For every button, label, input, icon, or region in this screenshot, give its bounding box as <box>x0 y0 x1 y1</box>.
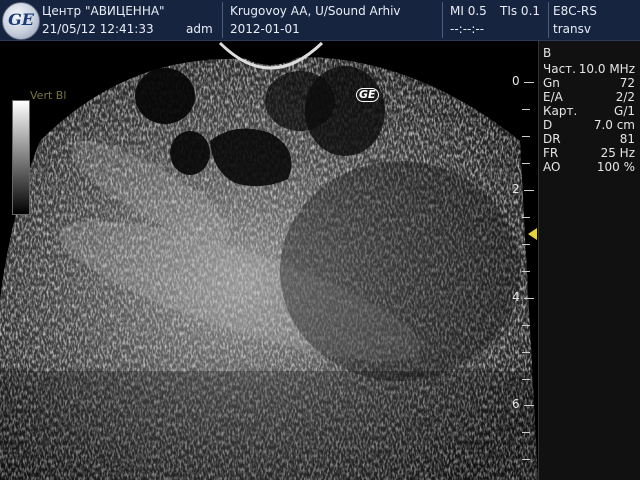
depth-tick <box>522 244 530 245</box>
param-value: 81 <box>619 132 635 146</box>
ultrasound-sector <box>0 41 538 480</box>
operator-user: adm <box>186 22 213 36</box>
param-value: 2/2 <box>615 90 635 104</box>
param-value: 72 <box>619 76 635 90</box>
depth-label-2: 2 <box>512 182 520 196</box>
ge-logo-icon: GE <box>2 2 40 40</box>
imaging-mode: B <box>543 46 552 60</box>
parameter-panel: B Част. 10.0 MHz Gn 72 E/A 2/2 Карт. G/1… <box>538 41 640 480</box>
param-key: D <box>543 118 553 132</box>
param-value: 10.0 MHz <box>578 62 635 76</box>
param-key: Gn <box>543 76 560 90</box>
header-divider <box>222 2 223 38</box>
param-key: FR <box>543 146 559 160</box>
depth-tick <box>524 405 534 406</box>
depth-tick <box>522 271 530 272</box>
depth-tick <box>522 352 530 353</box>
greyscale-bar <box>12 100 30 215</box>
header-bar: GE Центр "АВИЦЕННА" 21/05/12 12:41:33 ad… <box>0 0 640 41</box>
depth-tick <box>524 82 534 83</box>
exam-preset: transv <box>553 22 591 36</box>
param-value: 100 % <box>596 160 635 174</box>
param-value: 7.0 cm <box>593 118 635 132</box>
depth-label-4: 4 <box>512 290 520 304</box>
institution-name: Центр "АВИЦЕННА" <box>42 4 165 18</box>
header-divider <box>442 2 443 38</box>
timer-readout: --:--:-- <box>450 22 485 36</box>
depth-tick <box>522 109 530 110</box>
depth-tick <box>522 379 530 380</box>
depth-label-6: 6 <box>512 397 520 411</box>
param-key: Карт. <box>543 104 578 118</box>
orientation-marker: GE <box>356 88 379 102</box>
param-key: AO <box>543 160 561 174</box>
depth-tick <box>524 190 534 191</box>
depth-tick <box>522 217 530 218</box>
depth-tick <box>522 325 530 326</box>
ultrasound-image[interactable]: Vert Bl GE <box>0 41 538 480</box>
patient-name: Krugovoy AA, U/Sound Arhiv <box>230 4 401 18</box>
depth-tick <box>522 459 530 460</box>
depth-tick <box>522 432 530 433</box>
depth-label-0: 0 <box>512 74 520 88</box>
image-annotation: Vert Bl <box>30 89 67 102</box>
focus-position-marker[interactable] <box>528 228 537 240</box>
thermal-index: TIs 0.1 <box>500 4 541 18</box>
param-key: E/A <box>543 90 563 104</box>
probe-name: E8C-RS <box>553 4 597 18</box>
header-divider <box>548 2 549 38</box>
depth-tick <box>522 163 530 164</box>
depth-tick <box>524 298 534 299</box>
depth-scale: 0 2 4 6 <box>504 41 538 480</box>
param-key: Част. <box>543 62 576 76</box>
param-key: DR <box>543 132 561 146</box>
depth-tick <box>522 136 530 137</box>
scan-datetime: 21/05/12 12:41:33 <box>42 22 154 36</box>
param-value: G/1 <box>614 104 635 118</box>
exam-date: 2012-01-01 <box>230 22 300 36</box>
param-value: 25 Hz <box>600 146 635 160</box>
mechanical-index: MI 0.5 <box>450 4 487 18</box>
